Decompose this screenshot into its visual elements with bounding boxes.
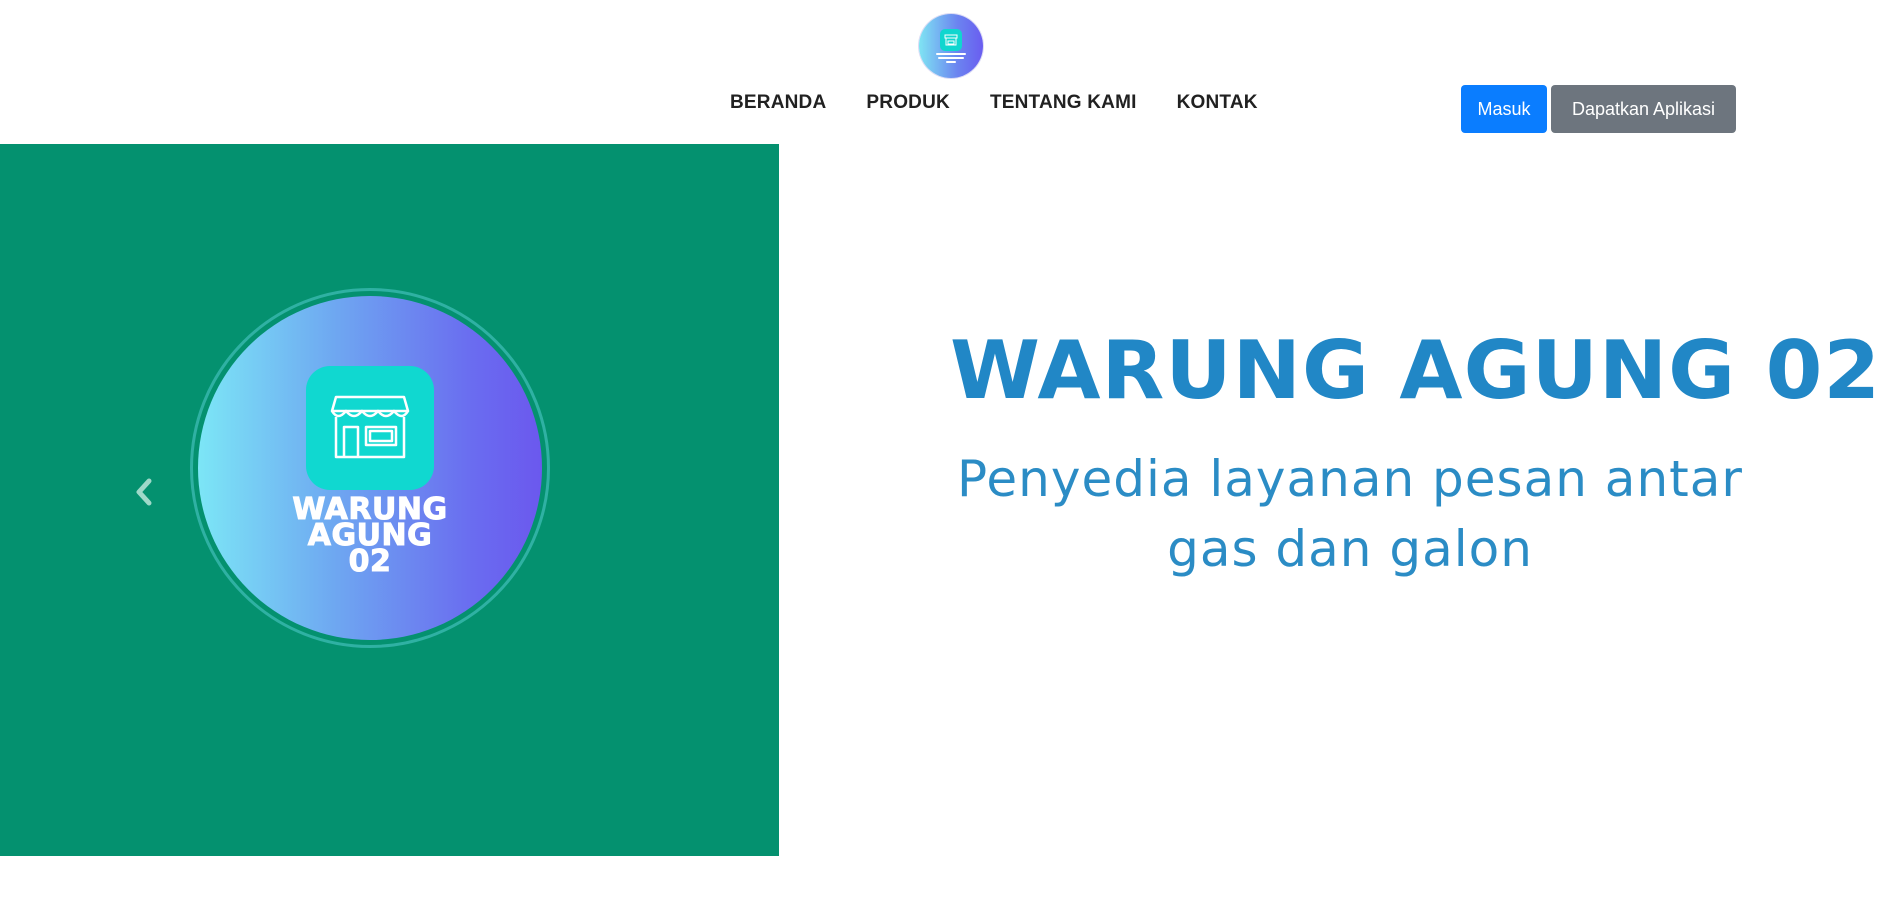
store-icon xyxy=(306,366,434,490)
nav-item-beranda[interactable]: BERANDA xyxy=(730,92,826,114)
nav-item-kontak[interactable]: KONTAK xyxy=(1177,92,1258,114)
hero-image-panel: WARUNG AGUNG 02 xyxy=(0,144,779,856)
login-button[interactable]: Masuk xyxy=(1461,85,1547,133)
main-nav: BERANDA PRODUK TENTANG KAMI KONTAK xyxy=(730,92,1298,114)
get-app-button[interactable]: Dapatkan Aplikasi xyxy=(1551,85,1736,133)
site-header: BERANDA PRODUK TENTANG KAMI KONTAK Masuk… xyxy=(0,0,1899,144)
brand-logo-wordmark xyxy=(934,53,968,63)
carousel-prev-button[interactable] xyxy=(128,476,160,508)
nav-item-tentang-kami[interactable]: TENTANG KAMI xyxy=(990,92,1137,114)
hero-subtitle: Penyedia layanan pesan antar gas dan gal… xyxy=(900,444,1800,584)
logo-text-line-3: 02 xyxy=(348,544,392,579)
hero-carousel: WARUNG AGUNG 02 WARUNG AGUNG 02 Penyedia… xyxy=(0,144,1899,856)
hero-title: WARUNG AGUNG 02 xyxy=(950,324,1882,417)
store-icon xyxy=(940,29,962,51)
hero-subtitle-line-2: gas dan galon xyxy=(1167,520,1533,578)
nav-item-produk[interactable]: PRODUK xyxy=(866,92,950,114)
brand-logo[interactable] xyxy=(919,14,983,78)
chevron-left-icon xyxy=(136,478,152,506)
hero-subtitle-line-1: Penyedia layanan pesan antar xyxy=(957,450,1743,508)
